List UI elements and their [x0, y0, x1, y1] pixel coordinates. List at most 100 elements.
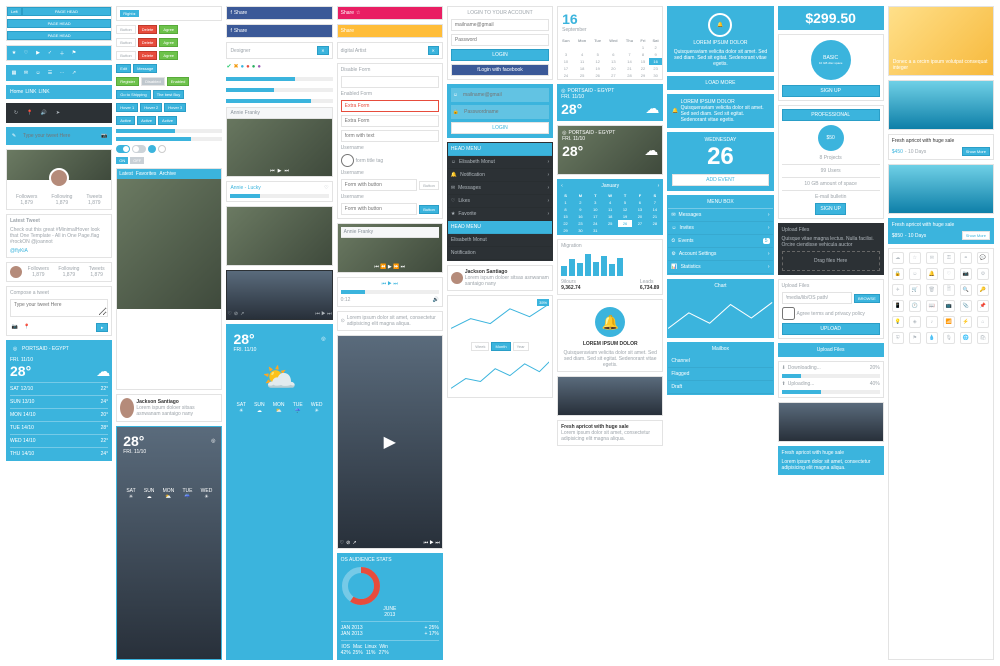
form-button[interactable]: Button: [419, 181, 439, 190]
play-overlay-icon[interactable]: ▶: [384, 432, 396, 452]
product-apricot[interactable]: Fresh apricot with huge sale: [892, 138, 990, 144]
tab-archive[interactable]: Archive: [159, 171, 176, 177]
login-button-2[interactable]: LOGIN: [451, 122, 549, 134]
hover3-button[interactable]: Hover 3: [164, 103, 186, 112]
page-head-button-2[interactable]: PAGE HEAD: [7, 19, 111, 28]
pin-icon[interactable]: 📍: [25, 108, 35, 118]
page-head-button[interactable]: PAGE HEAD: [22, 7, 112, 16]
hover2-button[interactable]: Hover 2: [140, 103, 162, 112]
handle[interactable]: @flyKiA: [10, 248, 108, 254]
menu-notification[interactable]: 🔔Notification: [448, 169, 552, 182]
show-more-button-2[interactable]: Show More: [962, 231, 990, 240]
week-button[interactable]: Week: [471, 342, 489, 351]
left-button[interactable]: Left: [7, 7, 22, 16]
share-pink-button[interactable]: Share: [341, 10, 354, 16]
delete-button[interactable]: Delete: [138, 51, 158, 60]
mailbox-channel[interactable]: Channel: [668, 355, 772, 368]
add-event-button[interactable]: ADD EVENT: [672, 174, 768, 186]
home-label[interactable]: Home: [10, 89, 23, 95]
agree-button[interactable]: Agree: [159, 25, 178, 34]
grid-icon[interactable]: ▦: [9, 68, 19, 78]
share-icon[interactable]: ↗: [69, 68, 79, 78]
product-apricot-2[interactable]: Fresh apricot with huge sale: [892, 222, 990, 228]
login2-pw[interactable]: [461, 107, 547, 117]
designer-toggle[interactable]: ✕: [317, 46, 328, 55]
menu-likes[interactable]: ♡Likes: [448, 195, 552, 208]
camera-icon[interactable]: 📷: [100, 131, 108, 141]
best-buy-button[interactable]: The best Buy: [153, 90, 185, 99]
login2-email[interactable]: [460, 90, 547, 100]
cal-prev[interactable]: ‹: [561, 183, 563, 189]
tab-latest[interactable]: Latest: [119, 171, 133, 177]
button-generic[interactable]: Button: [116, 38, 136, 47]
video-card[interactable]: Annie Franky ⏮ ▶ ⏭: [226, 107, 332, 177]
page-head-button-3[interactable]: PAGE HEAD: [7, 31, 111, 40]
radio-off[interactable]: [158, 145, 166, 153]
menu-account[interactable]: ⚙Account Settings: [668, 248, 772, 261]
link-label[interactable]: LINK: [25, 89, 36, 95]
show-more-button[interactable]: Show More: [962, 147, 990, 156]
tweet-send-icon[interactable]: ►: [96, 323, 108, 332]
tab-favorites[interactable]: Favorites: [136, 171, 157, 177]
share-fb-button[interactable]: Share: [234, 10, 247, 16]
btn-input-2[interactable]: [341, 203, 418, 215]
dots-icon[interactable]: ⋯: [57, 68, 67, 78]
file-input[interactable]: [782, 292, 852, 304]
delete-button[interactable]: Delete: [138, 25, 158, 34]
edit-button[interactable]: Edit: [116, 64, 131, 73]
agree-button[interactable]: Agree: [159, 51, 178, 60]
calendar-sept[interactable]: SunMonTueWedThuFriSat 12 3456789 1011121…: [558, 37, 662, 79]
year-button[interactable]: Year: [513, 342, 529, 351]
active-button[interactable]: Active: [158, 116, 177, 125]
browse-button[interactable]: BROWSE: [854, 294, 880, 303]
mailbox-draft[interactable]: Draft: [668, 381, 772, 394]
load-more-button[interactable]: LOAD MORE: [667, 76, 773, 90]
radio-on[interactable]: [148, 145, 156, 153]
video-card-2[interactable]: [226, 206, 332, 266]
form-input-2[interactable]: [341, 115, 439, 127]
menu-invites[interactable]: ☺Invites: [668, 222, 772, 235]
menu-favorites[interactable]: ★Favorite: [448, 208, 552, 221]
next-icon[interactable]: ⏭: [284, 168, 289, 174]
compose-textarea[interactable]: [10, 299, 108, 317]
user-icon[interactable]: ☺: [33, 68, 43, 78]
agree-checkbox[interactable]: [782, 307, 795, 320]
menu-elisabeth[interactable]: ☺Elisabeth Monut: [448, 156, 552, 169]
agree-button[interactable]: Agree: [159, 38, 178, 47]
prev-icon[interactable]: ⏮: [270, 168, 275, 174]
chat-icon[interactable]: ☰: [45, 68, 55, 78]
signup-button[interactable]: SIGN UP: [782, 85, 880, 97]
button-generic[interactable]: Button: [116, 51, 136, 60]
mailbox-flagged[interactable]: Flagged: [668, 368, 772, 381]
register-button[interactable]: Register: [116, 77, 139, 86]
menu-notification-2[interactable]: Notification: [448, 247, 552, 260]
message-button[interactable]: Message: [133, 64, 157, 73]
btn-input[interactable]: [341, 179, 418, 191]
video-player-light[interactable]: Annie Franky ⏮ ⏪ ▶ ⏩ ⏭: [337, 223, 443, 273]
cursor-icon[interactable]: ➤: [53, 108, 63, 118]
signup-button-2[interactable]: SIGN UP: [815, 203, 846, 215]
active-button[interactable]: Active: [116, 116, 135, 125]
login-email[interactable]: [451, 19, 549, 31]
speaker-icon[interactable]: 🔊: [39, 108, 49, 118]
hover1-button[interactable]: Hover 1: [116, 103, 138, 112]
right-tag[interactable]: Right ▸: [120, 10, 138, 17]
upload-button[interactable]: UPLOAD: [782, 323, 880, 335]
login-password[interactable]: [451, 34, 549, 46]
cal-next[interactable]: ›: [658, 183, 660, 189]
active-button[interactable]: Active: [137, 116, 156, 125]
drop-zone[interactable]: Drag files Here: [782, 251, 880, 271]
play-icon[interactable]: ▶: [278, 168, 282, 174]
location-icon[interactable]: 📍: [22, 322, 32, 332]
share-fb-button-2[interactable]: Share: [234, 28, 247, 34]
go-shipping-button[interactable]: Go to Shipping: [116, 90, 150, 99]
enabled-button[interactable]: Enabled: [167, 77, 190, 86]
menu-elisabeth-2[interactable]: Elisabeth Monut: [448, 234, 552, 247]
month-button[interactable]: Month: [491, 342, 510, 351]
share-orange-button[interactable]: Share: [341, 28, 354, 34]
link-label-2[interactable]: LINK: [38, 89, 49, 95]
message-input[interactable]: [20, 131, 99, 141]
toggle-on[interactable]: [116, 145, 130, 153]
menu-events[interactable]: ⏲Events5: [668, 235, 772, 248]
toggle-off[interactable]: [132, 145, 146, 153]
